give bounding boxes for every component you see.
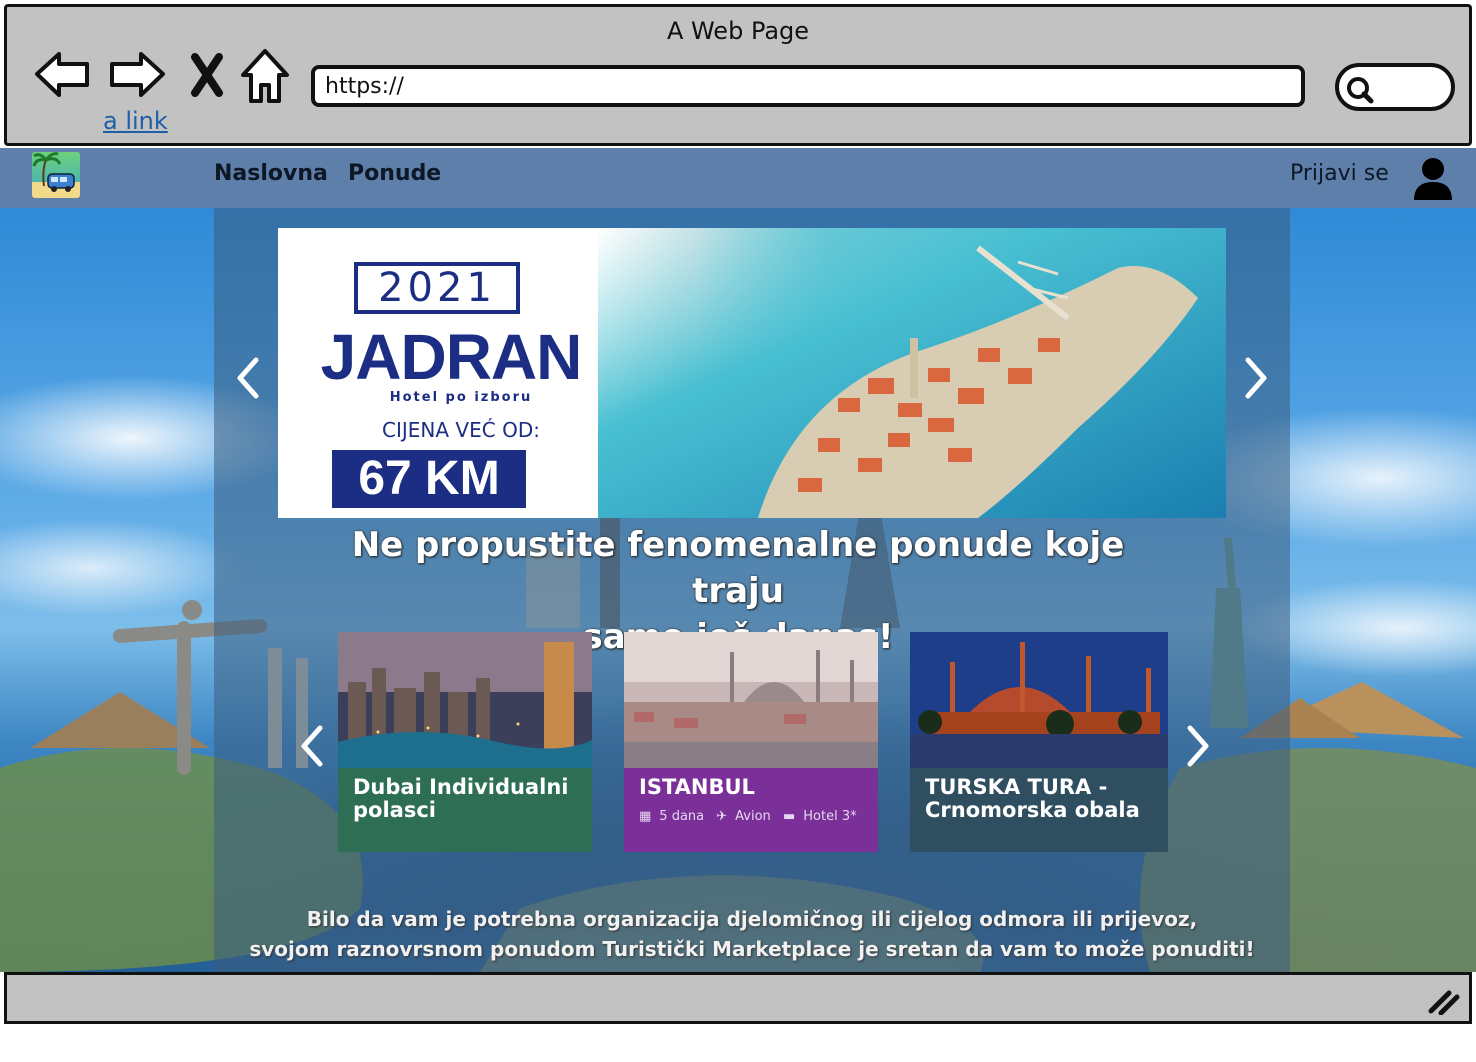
url-input[interactable] — [325, 74, 1225, 99]
banner-subtitle: Hotel po izboru — [389, 390, 533, 405]
calendar-icon: ▦ — [639, 809, 652, 824]
offer-card-turska[interactable]: TURSKA TURA - Crnomorska obala — [910, 632, 1168, 852]
van-palm-logo-icon — [32, 152, 80, 198]
hero-section: 2021 JADRAN Hotel po izboru CIJENA VEĆ O… — [0, 208, 1476, 972]
intro-line-2: svojom raznovrsnom ponudom Turistički Ma… — [249, 937, 1255, 961]
site-logo[interactable] — [32, 152, 80, 198]
offer-card-istanbul[interactable]: ISTANBUL ▦ 5 dana ✈ Avion ▬ Hotel 3* — [624, 632, 878, 852]
coastal-town-image — [598, 228, 1226, 518]
sketch-link[interactable]: a link — [103, 107, 168, 135]
offers-prev-arrow-icon[interactable] — [296, 724, 326, 768]
user-icon[interactable] — [1412, 156, 1454, 202]
offer-title: Dubai Individualni polasci — [353, 775, 569, 822]
offer-card-dubai[interactable]: Dubai Individualni polasci — [338, 632, 592, 852]
site-navbar: Naslovna Ponude Prijavi se — [0, 148, 1476, 208]
banner-price-label: CIJENA VEĆ OD: — [382, 418, 540, 442]
intro-text: Bilo da vam je potrebna organizacija dje… — [240, 904, 1264, 964]
offer-duration: 5 dana — [659, 809, 705, 824]
istanbul-mosque-image — [624, 632, 878, 768]
address-bar[interactable] — [311, 65, 1305, 107]
bed-icon: ▬ — [782, 809, 796, 824]
banner-next-arrow-icon[interactable] — [1242, 356, 1272, 400]
close-icon[interactable] — [187, 53, 227, 97]
offer-accommodation: Hotel 3* — [803, 809, 857, 824]
banner-year: 2021 — [354, 262, 520, 314]
banner-price: 67 KM — [332, 450, 526, 508]
offer-title: ISTANBUL — [639, 775, 755, 799]
banner-title: JADRAN — [320, 321, 583, 393]
promo-banner[interactable]: 2021 JADRAN Hotel po izboru CIJENA VEĆ O… — [278, 228, 1226, 518]
home-icon[interactable] — [239, 47, 291, 105]
dubai-skyline-image — [338, 632, 592, 768]
airplane-icon: ✈ — [716, 809, 728, 824]
blue-mosque-night-image — [910, 632, 1168, 768]
window-title: A Web Page — [666, 17, 810, 45]
back-arrow-icon[interactable] — [33, 49, 91, 99]
offer-title: TURSKA TURA - Crnomorska obala — [925, 775, 1140, 822]
banner-prev-arrow-icon[interactable] — [232, 356, 262, 400]
browser-toolbar: A Web Page a link — [4, 4, 1472, 146]
search-icon — [1347, 77, 1374, 104]
nav-item-ponude[interactable]: Ponude — [348, 161, 441, 186]
offers-next-arrow-icon[interactable] — [1184, 724, 1214, 768]
offer-card-body: Dubai Individualni polasci — [338, 768, 592, 852]
offer-meta: ▦ 5 dana ✈ Avion ▬ Hotel 3* — [639, 808, 870, 826]
resize-grip-icon[interactable] — [1427, 987, 1461, 1015]
offer-card-body: TURSKA TURA - Crnomorska obala — [910, 768, 1168, 852]
headline-line-1: Ne propustite fenomenalne ponude koje tr… — [351, 525, 1125, 611]
nav-item-naslovna[interactable]: Naslovna — [214, 161, 328, 186]
intro-line-1: Bilo da vam je potrebna organizacija dje… — [306, 907, 1198, 931]
browser-status-bar — [4, 972, 1472, 1024]
search-box[interactable] — [1335, 63, 1455, 111]
offer-transport: Avion — [735, 809, 771, 824]
offer-card-body: ISTANBUL ▦ 5 dana ✈ Avion ▬ Hotel 3* — [624, 768, 878, 852]
forward-arrow-icon[interactable] — [107, 49, 167, 99]
login-link[interactable]: Prijavi se — [1290, 161, 1389, 186]
